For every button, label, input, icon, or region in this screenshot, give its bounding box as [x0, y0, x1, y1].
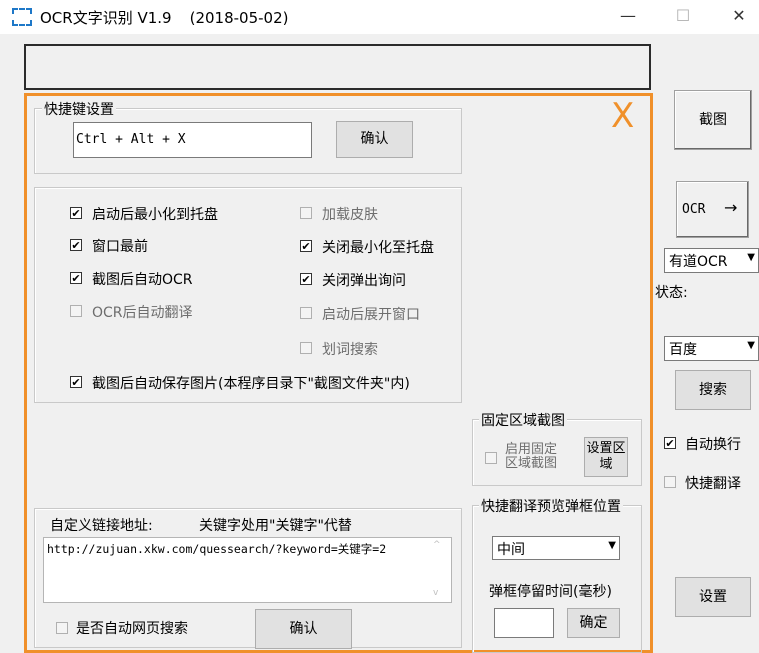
auto-translate-checkbox[interactable] — [70, 305, 82, 317]
enable-fixed-area-checkbox[interactable] — [485, 452, 497, 464]
option-label: 加载皮肤 — [322, 207, 378, 223]
search-button[interactable]: 搜索 — [675, 370, 751, 410]
search-engine-select[interactable]: 百度 ▼ — [664, 336, 759, 361]
option-label: 关闭弹出询问 — [322, 273, 406, 289]
chevron-down-icon: ▼ — [747, 252, 755, 263]
panel-close-mark[interactable]: X — [611, 96, 634, 136]
expand-window-checkbox[interactable] — [300, 307, 312, 319]
ocr-button[interactable]: OCR → — [676, 181, 749, 238]
popup-position-select[interactable]: 中间 ▼ — [492, 536, 620, 560]
app-date: (2018-05-02) — [189, 9, 289, 27]
chevron-down-icon: ▼ — [747, 340, 755, 351]
hotkey-legend: 快捷键设置 — [42, 99, 116, 119]
option-label: 划词搜索 — [322, 342, 378, 358]
minimize-to-tray-checkbox[interactable]: ✔ — [70, 207, 82, 219]
quick-translate-checkbox[interactable] — [664, 476, 676, 488]
settings-button[interactable]: 设置 — [675, 577, 751, 617]
window-title: OCR文字识别 V1.9 (2018-05-02) — [40, 7, 288, 28]
option-label: 启动后展开窗口 — [322, 307, 420, 323]
custom-link-confirm-button[interactable]: 确认 — [255, 609, 352, 649]
popup-stay-label: 弹框停留时间(毫秒) — [489, 584, 612, 600]
auto-save-checkbox[interactable]: ✔ — [70, 376, 82, 388]
minimize-button[interactable]: — — [616, 5, 640, 29]
close-prompt-checkbox[interactable]: ✔ — [300, 273, 312, 285]
set-area-button[interactable]: 设置区域 — [584, 437, 628, 477]
option-label: 启动后最小化到托盘 — [92, 207, 218, 223]
popup-position-legend: 快捷翻译预览弹框位置 — [479, 496, 623, 516]
always-on-top-checkbox[interactable]: ✔ — [70, 239, 82, 251]
hotkey-confirm-button[interactable]: 确认 — [336, 121, 413, 158]
scroll-up-icon[interactable]: ^ — [433, 540, 441, 550]
auto-ocr-checkbox[interactable]: ✔ — [70, 272, 82, 284]
auto-web-search-checkbox[interactable] — [56, 622, 68, 634]
app-icon — [12, 8, 32, 26]
custom-link-textarea[interactable]: http://zujuan.xkw.com/quessearch/?keywor… — [43, 537, 452, 603]
app-title: OCR文字识别 V1.9 — [40, 9, 172, 27]
option-label: 窗口最前 — [92, 239, 148, 255]
auto-wrap-label: 自动换行 — [685, 437, 741, 453]
popup-stay-input[interactable] — [494, 608, 554, 638]
fixed-area-legend: 固定区域截图 — [479, 410, 567, 430]
ocr-engine-value: 有道OCR — [669, 254, 728, 270]
keyword-hint: 关键字处用"关键字"代替 — [199, 518, 352, 534]
load-skin-checkbox[interactable] — [300, 207, 312, 219]
option-label: 截图后自动保存图片(本程序目录下"截图文件夹"内) — [92, 376, 410, 392]
popup-confirm-button[interactable]: 确定 — [567, 608, 620, 638]
hotkey-input[interactable]: Ctrl + Alt + X — [73, 122, 312, 158]
close-to-tray-checkbox[interactable]: ✔ — [300, 240, 312, 252]
ocr-engine-select[interactable]: 有道OCR ▼ — [664, 248, 759, 273]
popup-position-value: 中间 — [497, 542, 525, 558]
option-label: 关闭最小化至托盘 — [322, 240, 434, 256]
scroll-down-icon[interactable]: v — [433, 588, 438, 598]
status-label: 状态: — [655, 285, 688, 301]
chevron-down-icon: ▼ — [608, 540, 616, 551]
arrow-right-icon: → — [724, 198, 738, 217]
enable-fixed-area-label: 启用固定区域截图 — [505, 442, 558, 471]
auto-wrap-checkbox[interactable]: ✔ — [664, 437, 676, 449]
search-engine-value: 百度 — [669, 342, 697, 358]
screenshot-button[interactable]: 截图 — [674, 90, 752, 150]
quick-translate-label: 快捷翻译 — [685, 476, 741, 492]
close-button[interactable]: ✕ — [727, 5, 751, 29]
option-label: 截图后自动OCR — [92, 272, 193, 288]
maximize-button[interactable]: ☐ — [671, 5, 695, 29]
option-label: OCR后自动翻译 — [92, 305, 193, 321]
ocr-label: OCR — [682, 202, 706, 217]
custom-link-label: 自定义链接地址: — [50, 518, 153, 534]
auto-web-search-label: 是否自动网页搜索 — [76, 621, 188, 637]
ocr-result-area[interactable] — [24, 44, 651, 90]
word-search-checkbox[interactable] — [300, 342, 312, 354]
